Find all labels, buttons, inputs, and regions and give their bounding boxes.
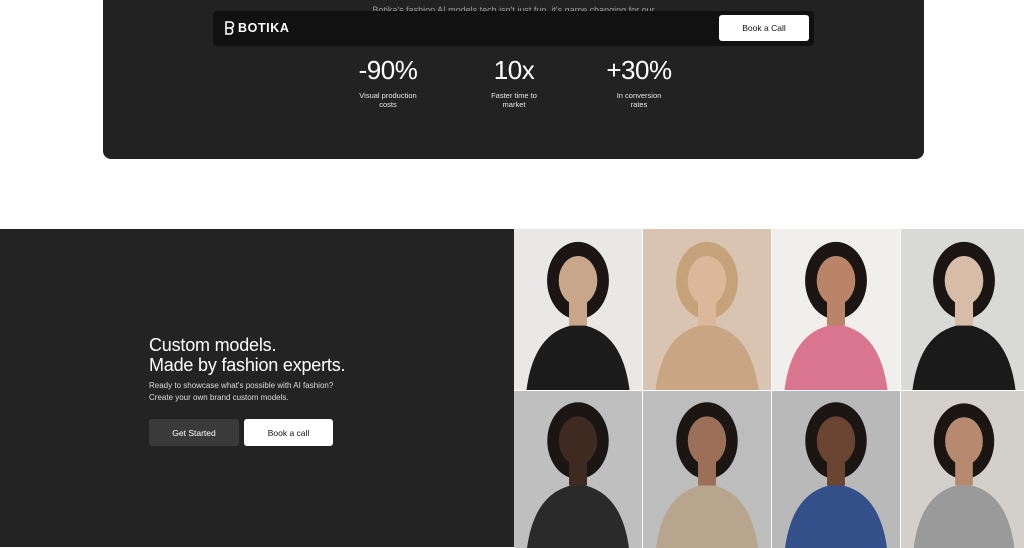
model-photo-tile	[772, 391, 900, 548]
get-started-button[interactable]: Get Started	[149, 419, 239, 446]
stat-label: Visual production costs	[359, 91, 417, 109]
stat-value: -90%	[358, 55, 418, 85]
model-photo-icon	[643, 229, 771, 390]
model-photo-icon	[772, 229, 900, 390]
stat-time-to-market: 10x Faster time to market	[454, 55, 574, 109]
stat-label: In conversion rates	[616, 91, 662, 109]
section-headline: Custom models. Made by fashion experts.	[149, 335, 346, 375]
model-photo-tile	[901, 391, 1024, 548]
stat-value: 10x	[493, 55, 535, 85]
book-a-call-button[interactable]: Book a Call	[719, 15, 809, 41]
navbar: BOTIKA Book a Call	[213, 11, 814, 46]
logo-text: BOTIKA	[238, 21, 290, 35]
botika-logo-icon	[225, 21, 235, 35]
model-photo-icon	[901, 391, 1024, 548]
model-photo-tile	[643, 229, 771, 390]
stat-production-costs: -90% Visual production costs	[328, 55, 448, 109]
model-photo-icon	[901, 229, 1024, 390]
stat-label: Faster time to market	[491, 91, 537, 109]
model-photo-tile	[643, 391, 771, 548]
model-photo-icon	[514, 391, 642, 548]
book-a-call-secondary-button[interactable]: Book a call	[244, 419, 333, 446]
stat-conversion-rates: +30% In conversion rates	[579, 55, 699, 109]
stat-value: +30%	[606, 55, 672, 85]
model-photo-tile	[514, 391, 642, 548]
section-subcopy: Ready to showcase what's possible with A…	[149, 381, 334, 402]
model-photo-grid	[514, 229, 1024, 548]
model-photo-icon	[643, 391, 771, 548]
custom-models-section: Custom models. Made by fashion experts. …	[0, 229, 514, 547]
model-photo-tile	[901, 229, 1024, 390]
model-photo-icon	[514, 229, 642, 390]
model-photo-tile	[772, 229, 900, 390]
model-photo-tile	[514, 229, 642, 390]
model-photo-icon	[772, 391, 900, 548]
botika-logo[interactable]: BOTIKA	[225, 20, 290, 36]
